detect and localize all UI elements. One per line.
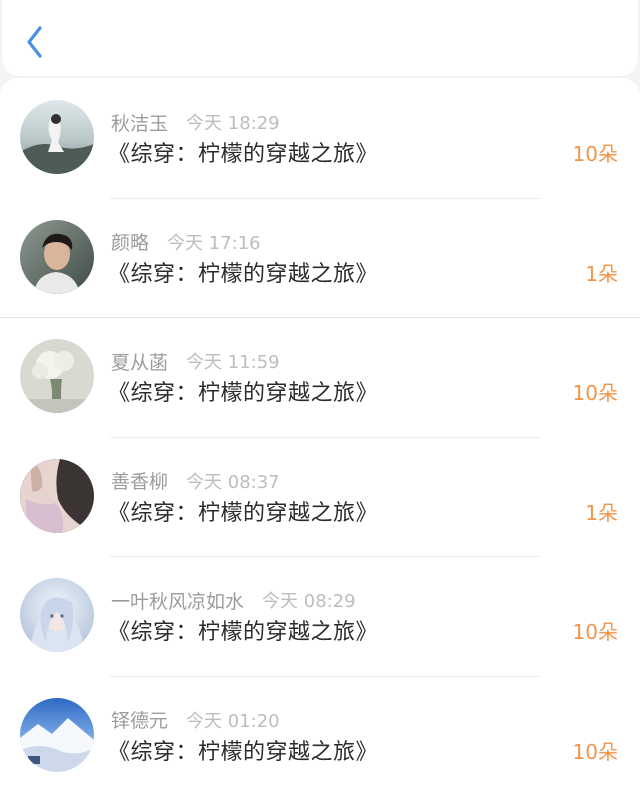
user-name[interactable]: 一叶秋风凉如水: [111, 587, 244, 614]
avatar[interactable]: [20, 100, 94, 174]
list-item[interactable]: 善香柳 今天 08:37 《综穿：柠檬的穿越之旅》 1朵: [0, 436, 640, 557]
user-name[interactable]: 夏从菡: [111, 348, 168, 375]
book-title[interactable]: 《综穿：柠檬的穿越之旅》: [108, 136, 378, 168]
user-name[interactable]: 铎德元: [111, 706, 168, 733]
chevron-left-icon: [27, 26, 42, 58]
back-button[interactable]: [20, 22, 54, 62]
book-title[interactable]: 《综穿：柠檬的穿越之旅》: [108, 256, 378, 288]
book-title[interactable]: 《综穿：柠檬的穿越之旅》: [108, 734, 378, 766]
gift-count: 10朵: [572, 381, 618, 405]
list-item[interactable]: 夏从菡 今天 11:59 《综穿：柠檬的穿越之旅》 10朵: [0, 317, 640, 437]
record-meta: 铎德元 今天 01:20: [111, 706, 280, 734]
avatar[interactable]: [20, 578, 94, 652]
timestamp: 今天 08:37: [186, 471, 280, 493]
user-name[interactable]: 颜略: [111, 228, 149, 255]
gift-record-list: 秋洁玉 今天 18:29 《综穿：柠檬的穿越之旅》 10朵 颜略 今天 17:1…: [0, 78, 640, 790]
list-item[interactable]: 秋洁玉 今天 18:29 《综穿：柠檬的穿越之旅》 10朵: [0, 78, 640, 198]
book-title[interactable]: 《综穿：柠檬的穿越之旅》: [108, 495, 378, 527]
book-title[interactable]: 《综穿：柠檬的穿越之旅》: [108, 375, 378, 407]
record-meta: 一叶秋风凉如水 今天 08:29: [111, 586, 356, 614]
record-meta: 善香柳 今天 08:37: [111, 467, 280, 495]
record-meta: 夏从菡 今天 11:59: [111, 347, 280, 375]
list-item[interactable]: 一叶秋风凉如水 今天 08:29 《综穿：柠檬的穿越之旅》 10朵: [0, 556, 640, 676]
gift-count: 10朵: [572, 620, 618, 644]
gift-count: 10朵: [572, 142, 618, 166]
gift-count: 1朵: [585, 261, 618, 286]
top-bar: [2, 0, 638, 76]
list-item[interactable]: 颜略 今天 17:16 《综穿：柠檬的穿越之旅》 1朵: [0, 197, 640, 318]
book-title[interactable]: 《综穿：柠檬的穿越之旅》: [108, 614, 378, 646]
timestamp: 今天 01:20: [186, 710, 280, 732]
timestamp: 今天 11:59: [186, 352, 280, 373]
user-name[interactable]: 秋洁玉: [111, 109, 168, 136]
record-meta: 颜略 今天 17:16: [111, 228, 261, 256]
gift-count: 10朵: [572, 739, 618, 764]
record-meta: 秋洁玉 今天 18:29: [111, 108, 280, 136]
list-item[interactable]: 铎德元 今天 01:20 《综穿：柠檬的穿越之旅》 10朵: [0, 675, 640, 790]
timestamp: 今天 18:29: [186, 113, 280, 134]
gift-count: 1朵: [585, 500, 618, 525]
avatar[interactable]: [20, 458, 94, 533]
avatar[interactable]: [20, 697, 94, 772]
avatar[interactable]: [20, 219, 94, 294]
avatar[interactable]: [20, 339, 94, 413]
timestamp: 今天 17:16: [167, 232, 261, 254]
user-name[interactable]: 善香柳: [111, 467, 168, 494]
timestamp: 今天 08:29: [262, 591, 356, 612]
